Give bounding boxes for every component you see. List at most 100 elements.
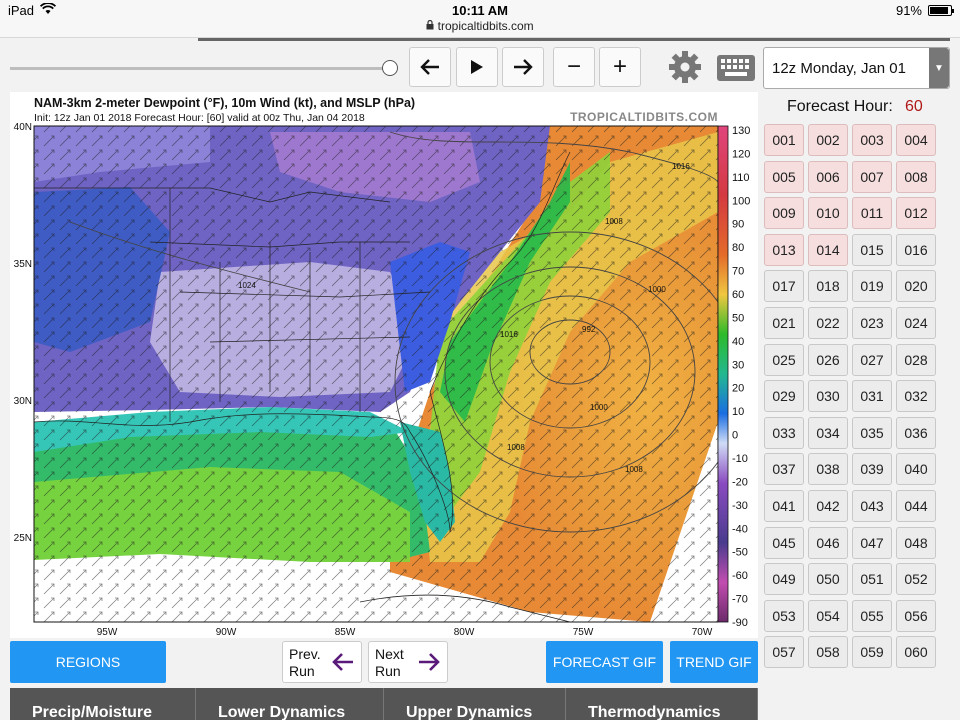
forecast-hour-button[interactable]: 050 [808, 563, 848, 596]
forecast-hour-button[interactable]: 025 [764, 343, 804, 376]
slower-button[interactable]: − [553, 47, 595, 87]
forecast-hour-button[interactable]: 016 [896, 233, 936, 266]
colorbar-tick-label: 60 [732, 289, 744, 301]
faster-button[interactable]: + [599, 47, 641, 87]
forecast-hour-button[interactable]: 017 [764, 270, 804, 303]
forecast-hour-button[interactable]: 019 [852, 270, 892, 303]
forecast-hour-button[interactable]: 026 [808, 343, 848, 376]
next-run-button[interactable]: Next Run [368, 641, 448, 683]
forecast-hour-button[interactable]: 006 [808, 160, 848, 193]
forecast-hour-button[interactable]: 027 [852, 343, 892, 376]
animation-slider-track[interactable] [10, 67, 390, 70]
colorbar-tick-label: -10 [732, 453, 748, 465]
forecast-hour-button[interactable]: 021 [764, 307, 804, 339]
forecast-hour-button[interactable]: 030 [808, 380, 848, 413]
isobar-label: 992 [582, 325, 596, 334]
longitude-label: 95W [97, 627, 118, 638]
forecast-hour-button[interactable]: 022 [808, 307, 848, 339]
forecast-hour-button[interactable]: 036 [896, 416, 936, 449]
forecast-hour-button[interactable]: 020 [896, 270, 936, 303]
previous-frame-button[interactable] [409, 47, 451, 87]
keyboard-icon [717, 55, 755, 81]
forecast-hour-button[interactable]: 028 [896, 343, 936, 376]
forecast-hour-button[interactable]: 058 [808, 636, 848, 669]
forecast-hour-button[interactable]: 003 [852, 124, 892, 156]
forecast-hour-button[interactable]: 018 [808, 270, 848, 303]
category-tab[interactable]: Precip/Moisture [10, 688, 196, 720]
category-tab[interactable]: Lower Dynamics [196, 688, 384, 720]
forecast-hour-button[interactable]: 046 [808, 526, 848, 559]
forecast-hour-button[interactable]: 056 [896, 599, 936, 632]
forecast-hour-button[interactable]: 057 [764, 636, 804, 669]
model-run-select[interactable]: 12z Monday, Jan 01 ▼ [763, 47, 950, 89]
colorbar-tick-label: 10 [732, 406, 744, 418]
forecast-hour-button[interactable]: 035 [852, 416, 892, 449]
forecast-hour-button[interactable]: 009 [764, 197, 804, 230]
forecast-hour-button[interactable]: 012 [896, 197, 936, 230]
animation-slider-thumb[interactable] [382, 60, 398, 76]
arrow-left-icon [420, 59, 439, 75]
forecast-hour-button[interactable]: 043 [852, 490, 892, 522]
forecast-hour-button[interactable]: 059 [852, 636, 892, 669]
isobar-label: 1016 [500, 330, 518, 339]
latitude-label: 40N [14, 122, 32, 133]
forecast-hour-button[interactable]: 032 [896, 380, 936, 413]
address-bar[interactable]: tropicaltidbits.com [0, 19, 960, 33]
longitude-label: 75W [573, 627, 594, 638]
forecast-hour-button[interactable]: 010 [808, 197, 848, 230]
forecast-hour-button[interactable]: 040 [896, 453, 936, 486]
prev-run-button[interactable]: Prev. Run [282, 641, 362, 683]
latitude-label: 25N [14, 533, 32, 544]
category-tab[interactable]: Thermodynamics [566, 688, 758, 720]
forecast-hour-button[interactable]: 004 [896, 124, 936, 156]
forecast-hour-button[interactable]: 008 [896, 160, 936, 193]
colorbar-tick-label: -70 [732, 594, 748, 606]
trend-gif-button[interactable]: TREND GIF [670, 641, 758, 683]
forecast-hour-button[interactable]: 029 [764, 380, 804, 413]
forecast-hour-button[interactable]: 051 [852, 563, 892, 596]
forecast-hour-button[interactable]: 060 [896, 636, 936, 669]
forecast-hour-button[interactable]: 052 [896, 563, 936, 596]
category-tab[interactable]: Upper Dynamics [384, 688, 566, 720]
forecast-hour-button[interactable]: 007 [852, 160, 892, 193]
regions-button[interactable]: REGIONS [10, 641, 166, 683]
next-frame-button[interactable] [502, 47, 544, 87]
forecast-hour-button[interactable]: 054 [808, 599, 848, 632]
forecast-hour-button[interactable]: 053 [764, 599, 804, 632]
play-button[interactable] [456, 47, 498, 87]
colorbar-tick-label: -40 [732, 523, 748, 535]
forecast-hour-button[interactable]: 034 [808, 416, 848, 449]
forecast-hour-button[interactable]: 031 [852, 380, 892, 413]
forecast-hour-button[interactable]: 042 [808, 490, 848, 522]
forecast-gif-button[interactable]: FORECAST GIF [546, 641, 663, 683]
colorbar-tick-label: -30 [732, 500, 748, 512]
forecast-hour-button[interactable]: 049 [764, 563, 804, 596]
forecast-hour-button[interactable]: 039 [852, 453, 892, 486]
forecast-hour-button[interactable]: 015 [852, 233, 892, 266]
forecast-hour-button[interactable]: 047 [852, 526, 892, 559]
arrow-right-icon [419, 653, 440, 671]
forecast-hour-button[interactable]: 048 [896, 526, 936, 559]
status-right: 91% [896, 3, 954, 18]
forecast-hour-button[interactable]: 023 [852, 307, 892, 339]
isobar-label: 1008 [507, 443, 525, 452]
forecast-hour-button[interactable]: 005 [764, 160, 804, 193]
forecast-hour-button[interactable]: 044 [896, 490, 936, 522]
forecast-hour-button[interactable]: 037 [764, 453, 804, 486]
forecast-hour-button[interactable]: 013 [764, 233, 804, 266]
forecast-hour-button[interactable]: 045 [764, 526, 804, 559]
forecast-hour-button[interactable]: 055 [852, 599, 892, 632]
colorbar-tick-label: -20 [732, 476, 748, 488]
forecast-hour-button[interactable]: 002 [808, 124, 848, 156]
keyboard-shortcuts-button[interactable] [716, 52, 756, 84]
forecast-hour-button[interactable]: 038 [808, 453, 848, 486]
isobar-label: 1000 [648, 285, 666, 294]
forecast-hour-button[interactable]: 033 [764, 416, 804, 449]
forecast-hour-button[interactable]: 011 [852, 197, 892, 230]
forecast-hour-button[interactable]: 001 [764, 124, 804, 156]
colorbar-ticks: 1301201101009080706050403020100-10-20-30… [732, 125, 750, 629]
settings-button[interactable] [664, 47, 706, 87]
forecast-hour-button[interactable]: 014 [808, 233, 848, 266]
forecast-hour-button[interactable]: 024 [896, 307, 936, 339]
forecast-hour-button[interactable]: 041 [764, 490, 804, 522]
